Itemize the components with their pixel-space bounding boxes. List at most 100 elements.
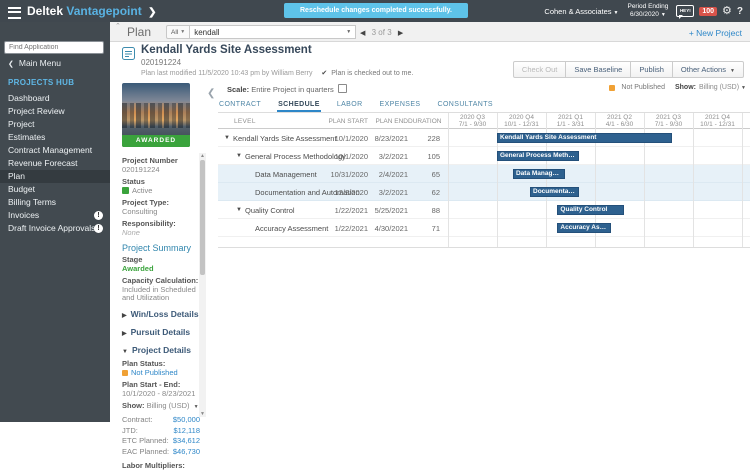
record-search: All▼ ▼ bbox=[166, 25, 357, 39]
sidebar-item-billing-terms[interactable]: Billing Terms bbox=[0, 196, 110, 209]
notification-count-badge[interactable]: 100 bbox=[699, 6, 718, 16]
sidebar-section-projects-hub: PROJECTS HUB bbox=[8, 78, 75, 87]
quarter-header: 2021 Q2 4/1 - 6/30 bbox=[605, 114, 634, 128]
caret-down-icon: ▼ bbox=[660, 11, 666, 18]
sidebar-item-dashboard[interactable]: Dashboard bbox=[0, 92, 110, 105]
page-toolbar: ⌃ Plan All▼ ▼ ◀ 3 of 3 ▶ + New Project bbox=[110, 22, 750, 42]
field-value: 020191224 bbox=[122, 165, 160, 174]
amount-link[interactable]: $50,000 bbox=[173, 416, 200, 424]
tab-schedule[interactable]: SCHEDULE bbox=[277, 96, 321, 112]
gear-icon[interactable]: ⚙ bbox=[722, 5, 732, 17]
show-currency-selector[interactable]: Show: Billing (USD) ▼ bbox=[122, 402, 200, 411]
brand-deltek: Deltek bbox=[27, 4, 64, 18]
project-details-section[interactable]: ▼ Project Details bbox=[122, 346, 200, 356]
amount-link[interactable]: $12,118 bbox=[173, 426, 200, 435]
other-actions-button[interactable]: Other Actions ▼ bbox=[671, 61, 744, 78]
gantt-bar[interactable]: Accuracy Assessment bbox=[557, 223, 611, 233]
previous-record-icon[interactable]: ◀ bbox=[360, 30, 365, 37]
sidebar-items: Dashboard Project Review Project Estimat… bbox=[0, 92, 110, 235]
deltek-vantagepoint-app: { "icons": { "caret_down": "▼", "caret_r… bbox=[0, 0, 750, 469]
collapse-row-icon[interactable]: ▼ bbox=[236, 153, 242, 159]
record-pager: ◀ 3 of 3 ▶ bbox=[360, 28, 403, 37]
caret-down-icon: ▼ bbox=[741, 84, 746, 91]
check-out-button[interactable]: Check Out bbox=[512, 61, 567, 78]
field-label: Plan Status: bbox=[122, 359, 166, 368]
gantt-bar[interactable]: Documentation and Automation bbox=[530, 187, 579, 197]
sidebar-item-project[interactable]: Project bbox=[0, 118, 110, 131]
caret-down-icon[interactable]: ▼ bbox=[346, 29, 351, 35]
quarter-header: 2021 Q4 10/1 - 12/31 bbox=[700, 114, 735, 128]
publish-button[interactable]: Publish bbox=[630, 61, 673, 78]
gantt-row-documentation-automation[interactable]: Documentation and Automation 12/2/2020 3… bbox=[218, 183, 750, 201]
alert-badge: ! bbox=[94, 211, 103, 220]
search-box: ▼ bbox=[190, 25, 357, 39]
field-label: Project Type: bbox=[122, 198, 169, 207]
win-loss-details-section[interactable]: ▶ Win/Loss Details bbox=[122, 310, 200, 320]
quarter-header: 2020 Q3 7/1 - 9/30 bbox=[458, 114, 487, 128]
project-summary-heading[interactable]: Project Summary bbox=[122, 244, 200, 253]
collapse-row-icon[interactable]: ▼ bbox=[236, 207, 242, 213]
company-selector[interactable]: Cohen & Associates ▼ bbox=[544, 7, 618, 16]
amount-link[interactable]: $34,612 bbox=[173, 437, 200, 445]
scrollbar-thumb[interactable] bbox=[200, 160, 205, 275]
next-record-icon[interactable]: ▶ bbox=[398, 30, 403, 37]
sidebar-item-plan[interactable]: Plan bbox=[0, 170, 110, 183]
scroll-up-icon[interactable]: ▲ bbox=[199, 153, 206, 159]
labor-multipliers-label: Labor Multipliers: bbox=[122, 460, 185, 470]
gantt-bar[interactable]: Quality Control bbox=[557, 205, 625, 215]
collapse-header-icon[interactable]: ⌃ bbox=[115, 22, 121, 30]
gantt-bar[interactable]: Kendall Yards Site Assessment bbox=[497, 133, 673, 143]
help-icon[interactable]: ? bbox=[737, 6, 743, 17]
save-baseline-button[interactable]: Save Baseline bbox=[565, 61, 632, 78]
gantt-row-quality-control[interactable]: ▼ Quality Control 1/22/2021 5/25/2021 88 bbox=[218, 201, 750, 219]
sidebar-item-estimates[interactable]: Estimates bbox=[0, 131, 110, 144]
field-value: None bbox=[122, 228, 140, 237]
collapse-panel-icon[interactable]: ❮ bbox=[207, 88, 215, 99]
scale-value: Entire Project in quarters bbox=[251, 85, 334, 94]
tab-expenses[interactable]: EXPENSES bbox=[379, 96, 422, 112]
field-value: Included in Scheduled and Utilization bbox=[122, 285, 196, 302]
sidebar-item-revenue-forecast[interactable]: Revenue Forecast bbox=[0, 157, 110, 170]
plan-status-value: Not Published bbox=[122, 369, 200, 377]
gantt-row-data-management[interactable]: Data Management 10/31/2020 2/4/2021 65 bbox=[218, 165, 750, 183]
field-label: Responsibility: bbox=[122, 219, 176, 228]
hamburger-menu-icon[interactable] bbox=[8, 7, 21, 19]
sidebar-item-draft-invoice-approvals[interactable]: Draft Invoice Approvals! bbox=[0, 222, 110, 235]
column-header-plan-end: PLAN END bbox=[375, 118, 408, 125]
new-project-button[interactable]: + New Project bbox=[689, 28, 742, 38]
sidebar-item-budget[interactable]: Budget bbox=[0, 183, 110, 196]
search-input[interactable] bbox=[190, 27, 345, 37]
search-filter-dropdown[interactable]: All ▼ bbox=[166, 25, 191, 39]
gantt-row-general-process[interactable]: ▼ General Process Methodology 10/1/2020 … bbox=[218, 147, 750, 165]
plan-status-text: Not Published bbox=[621, 84, 665, 91]
tab-consultants[interactable]: CONSULTANTS bbox=[437, 96, 494, 112]
tab-contract[interactable]: CONTRACT bbox=[218, 96, 262, 112]
pursuit-details-section[interactable]: ▶ Pursuit Details bbox=[122, 328, 200, 338]
plan-action-buttons: Check Out Save Baseline Publish Other Ac… bbox=[512, 61, 744, 78]
main-content: Kendall Yards Site Assessment 020191224 … bbox=[110, 42, 750, 469]
collapse-row-icon[interactable]: ▼ bbox=[224, 135, 230, 141]
tab-labor[interactable]: LABOR bbox=[336, 96, 364, 112]
gantt-row-accuracy-assessment[interactable]: Accuracy Assessment 1/22/2021 4/30/2021 … bbox=[218, 219, 750, 237]
gantt-bar[interactable]: Data Management bbox=[512, 169, 565, 179]
amount-link[interactable]: $46,730 bbox=[173, 447, 200, 456]
find-application-input[interactable] bbox=[4, 41, 104, 54]
field-label: Stage bbox=[122, 255, 143, 264]
period-ending-selector[interactable]: Period Ending 6/30/2020 ▼ bbox=[627, 3, 668, 19]
sidebar-item-project-review[interactable]: Project Review bbox=[0, 105, 110, 118]
gantt-rows: ▼ Kendall Yards Site Assessment 10/1/202… bbox=[218, 129, 750, 237]
hey-assistant-icon[interactable]: HEY! bbox=[676, 5, 695, 19]
sidebar-item-invoices[interactable]: Invoices! bbox=[0, 209, 110, 222]
check-icon: ✔ bbox=[321, 70, 328, 77]
brand-logo[interactable]: Deltek Vantagepoint ❯ bbox=[27, 4, 156, 18]
top-bar: Deltek Vantagepoint ❯ Reschedule changes… bbox=[0, 0, 750, 22]
scroll-down-icon[interactable]: ▼ bbox=[199, 411, 206, 417]
panel-scrollbar[interactable]: ▲ ▼ bbox=[199, 153, 206, 417]
field-value: 10/1/2020 - 8/23/2021 bbox=[122, 389, 196, 398]
show-currency-dropdown[interactable]: Billing (USD) bbox=[699, 84, 739, 91]
expand-scale-icon[interactable] bbox=[337, 84, 347, 93]
sidebar-item-contract-management[interactable]: Contract Management bbox=[0, 144, 110, 157]
main-menu-link[interactable]: ❮ Main Menu bbox=[8, 58, 61, 68]
gantt-bar[interactable]: General Process Methodology bbox=[497, 151, 579, 161]
not-published-swatch bbox=[609, 84, 616, 91]
